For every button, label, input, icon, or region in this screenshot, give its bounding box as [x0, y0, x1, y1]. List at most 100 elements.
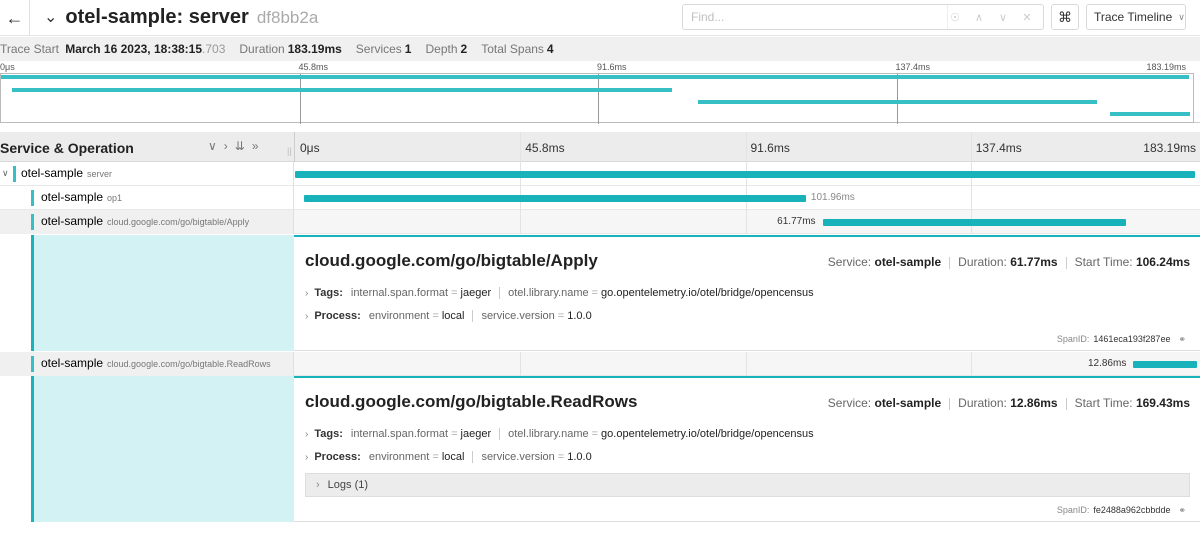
timeline-tick-label: 45.8ms — [525, 141, 565, 155]
span-name-cell[interactable]: otel-sample op1 — [0, 186, 294, 210]
logs-label: Logs — [327, 479, 352, 491]
span-row[interactable]: otel-sample cloud.google.com/go/bigtable.… — [0, 352, 1200, 376]
minimap-span-bar — [1, 75, 1189, 79]
span-name-cell[interactable]: ∨ otel-sample server — [0, 162, 294, 186]
tags-section-key: internal.span.format — [350, 287, 449, 299]
minimap-span-bar — [11, 88, 673, 92]
minimap-tick-label: 45.8ms — [298, 62, 329, 72]
minimap-grid-line — [598, 74, 599, 124]
timeline-header: Service & Operation ∨›⇊» || 0μs 45.8ms 91.… — [0, 132, 1200, 162]
timeline-tick-label: 183.19ms — [1143, 141, 1196, 155]
logs-section[interactable]: › Logs (1) — [305, 473, 1190, 497]
span-id-label: SpanID: — [1056, 334, 1090, 344]
tags-section[interactable]: › Tags: internal.span.format = jaeger otel.li… — [305, 287, 814, 300]
operation-name: cloud.google.com/go/bigtable.ReadRows — [107, 359, 271, 369]
chevron-right-icon: › — [305, 311, 309, 322]
tags-section-value: go.opentelemetry.io/otel/bridge/opencens… — [601, 428, 814, 440]
span-detail-body: cloud.google.com/go/bigtable/Apply Servic… — [294, 235, 1200, 351]
span-service: otel-sample op1 — [41, 190, 122, 204]
tags-section[interactable]: › Tags: internal.span.format = jaeger otel.li… — [305, 428, 814, 441]
chevron-down-icon[interactable]: ∨ — [991, 11, 1015, 24]
operation-name: cloud.google.com/go/bigtable/Apply — [107, 217, 250, 227]
span-duration-label: 61.77ms — [777, 216, 816, 227]
service-color-bar — [31, 214, 34, 230]
chevron-right-icon: › — [305, 452, 309, 463]
logs-count: (1) — [354, 479, 369, 491]
timeline-tick-label: 0μs — [300, 141, 320, 155]
service-color-bar — [31, 190, 34, 206]
trace-minimap[interactable]: 0μs 45.8ms 91.6ms 137.4ms 183.19ms — [0, 61, 1200, 124]
span-detail-panel: cloud.google.com/go/bigtable/Apply Servic… — [0, 235, 1200, 351]
service-color-bar — [31, 356, 34, 372]
timeline-tick-label: 137.4ms — [975, 141, 1022, 155]
span-detail-title: cloud.google.com/go/bigtable/Apply — [305, 251, 598, 270]
detail-start-time-label: Start Time: — [1074, 396, 1133, 410]
minimap-canvas[interactable] — [0, 73, 1194, 124]
collapse-all-icon[interactable]: ⇊ — [235, 139, 252, 153]
trace-title-toggle[interactable]: ⌄ otel-sample: server df8bb2a — [44, 6, 318, 29]
span-duration-bar[interactable] — [1133, 361, 1197, 368]
span-duration-bar[interactable] — [295, 171, 1195, 178]
total-spans-count: 4 — [546, 42, 554, 56]
detail-start-time-label: Start Time: — [1074, 255, 1133, 269]
span-id: SpanID: fe2488a962cbbdde ⚭ — [1057, 505, 1186, 516]
span-row[interactable]: ∨ otel-sample server — [0, 162, 1200, 186]
span-row[interactable]: otel-sample cloud.google.com/go/bigtable/… — [0, 210, 1200, 234]
span-duration-label: 101.96ms — [810, 192, 855, 203]
keyboard-shortcuts-button[interactable]: ⌘ — [1051, 4, 1079, 30]
detail-start-time-value: 169.43ms — [1135, 396, 1190, 410]
process-section[interactable]: › Process: environment = local service.versio… — [305, 310, 592, 323]
chevron-right-icon: › — [316, 479, 320, 491]
detail-duration-value: 12.86ms — [1010, 396, 1058, 410]
detail-duration-value: 61.77ms — [1010, 255, 1058, 269]
collapse-expand-controls[interactable]: ∨›⇊» — [208, 139, 266, 153]
collapse-one-icon[interactable]: ∨ — [208, 139, 224, 153]
detail-service-value: otel-sample — [874, 396, 942, 410]
span-id-label: SpanID: — [1056, 505, 1090, 515]
span-id-value: 1461eca193f287ee — [1093, 334, 1171, 344]
view-select-value: Trace Timeline — [1094, 10, 1173, 24]
link-icon[interactable]: ⚭ — [1178, 334, 1186, 344]
minimap-tick-label: 137.4ms — [895, 62, 931, 72]
close-icon[interactable]: ✕ — [1015, 11, 1039, 24]
depth-count: 2 — [460, 42, 468, 56]
view-select[interactable]: Trace Timeline ∨ — [1086, 4, 1186, 30]
column-resize-handle[interactable]: || — [287, 146, 292, 156]
back-button[interactable]: ← — [0, 0, 30, 36]
span-duration-bar[interactable] — [304, 195, 806, 202]
span-detail-panel: cloud.google.com/go/bigtable.ReadRows Ser… — [0, 376, 1200, 522]
service-name: otel-sample — [41, 190, 104, 204]
chevron-down-icon[interactable]: ∨ — [2, 168, 9, 179]
expand-one-icon[interactable]: › — [224, 139, 235, 153]
tags-section-label: Tags: — [314, 287, 343, 299]
detail-service-label: Service: — [827, 396, 872, 410]
trace-duration: 183.19ms — [287, 42, 342, 56]
tags-section-value: jaeger — [460, 287, 492, 299]
find-input[interactable] — [683, 6, 943, 28]
span-duration-bar[interactable] — [822, 219, 1127, 226]
minimap-tick-label: 0μs — [0, 62, 15, 72]
process-section-value: local — [441, 310, 465, 322]
tags-section-key: otel.library.name — [508, 287, 589, 299]
detail-service-value: otel-sample — [874, 255, 942, 269]
span-row[interactable]: otel-sample op1 101.96ms — [0, 186, 1200, 210]
expand-all-icon[interactable]: » — [252, 139, 266, 153]
process-section-key: environment — [368, 310, 430, 322]
link-icon[interactable]: ⚭ — [1178, 505, 1186, 515]
process-section[interactable]: › Process: environment = local service.versio… — [305, 451, 592, 464]
minimap-grid-line — [896, 74, 898, 124]
span-name-cell[interactable]: otel-sample cloud.google.com/go/bigtable/… — [0, 210, 294, 234]
trace-header: ← ⌄ otel-sample: server df8bb2a ☉ ∧ ∨ ✕ … — [0, 0, 1200, 36]
span-detail-indent — [31, 376, 294, 522]
find-box: ☉ ∧ ∨ ✕ — [682, 4, 1044, 30]
span-name-cell[interactable]: otel-sample cloud.google.com/go/bigtable.… — [0, 352, 294, 376]
span-detail-meta: Service: otel-sample Duration: 12.86ms Sta… — [828, 396, 1190, 410]
service-operation-header: Service & Operation — [0, 140, 134, 156]
chevron-up-icon[interactable]: ∧ — [967, 11, 991, 24]
minimap-ticks: 0μs 45.8ms 91.6ms 137.4ms 183.19ms — [0, 61, 1194, 73]
process-section-value: local — [441, 451, 465, 463]
service-color-bar — [13, 166, 16, 182]
minimap-span-bar — [1110, 112, 1191, 116]
chevron-down-icon: ∨ — [1178, 11, 1185, 22]
operation-name: server — [87, 169, 113, 179]
